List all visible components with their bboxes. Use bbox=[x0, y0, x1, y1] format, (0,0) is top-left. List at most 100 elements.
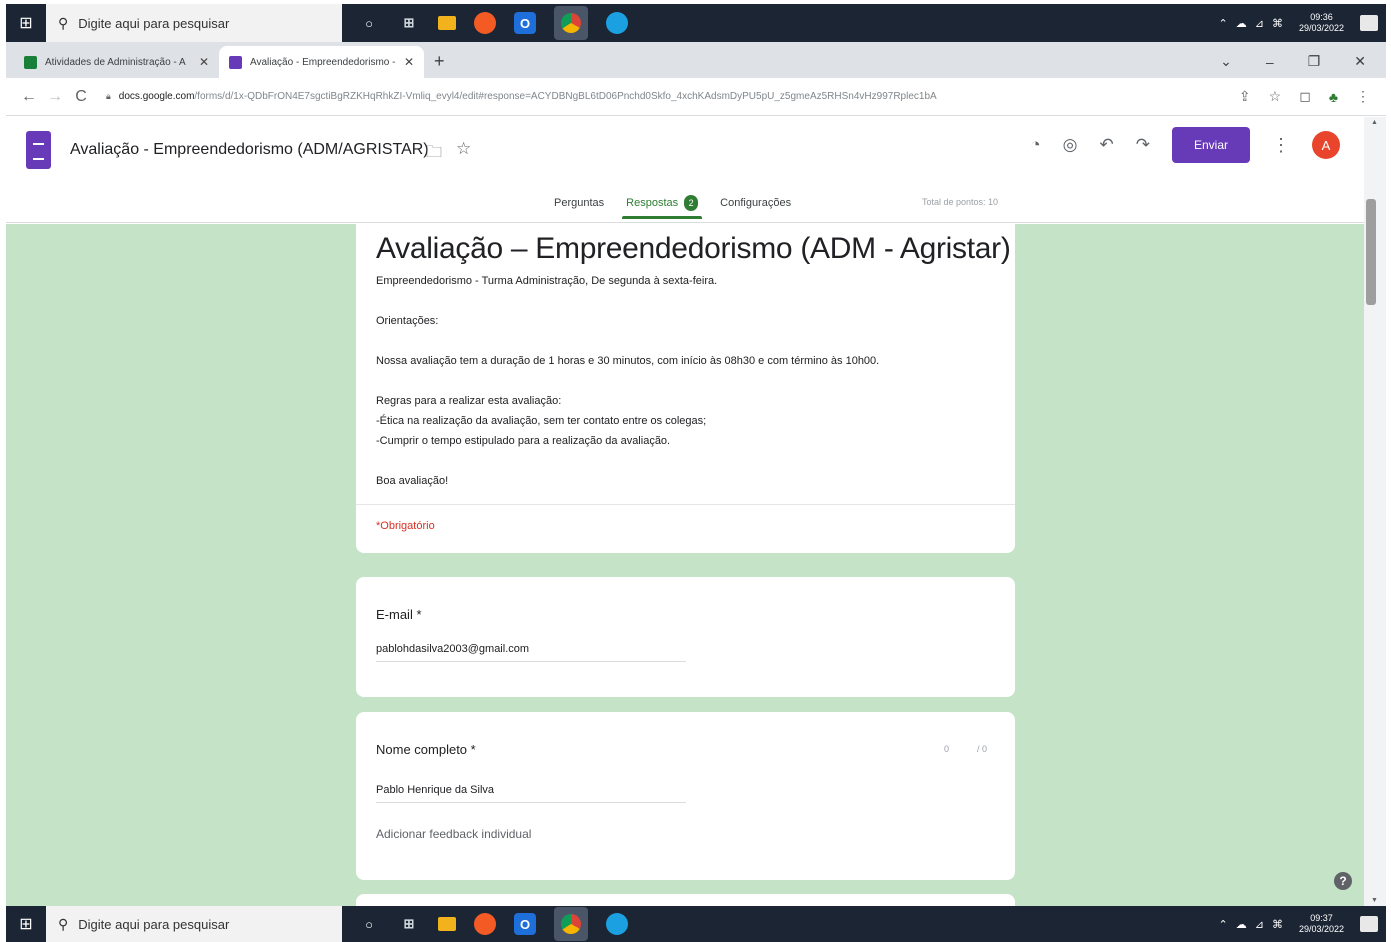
file-explorer-icon[interactable]: ⊞ bbox=[398, 913, 420, 935]
tray-chevron-up-icon[interactable]: ⌃ bbox=[1219, 17, 1228, 30]
tab-title: Atividades de Administração - A bbox=[45, 56, 186, 68]
star-icon[interactable]: ☆ bbox=[456, 139, 471, 159]
browser-tab-avaliacao[interactable]: Avaliação - Empreendedorismo - ✕ bbox=[219, 46, 424, 78]
undo-icon[interactable]: ↶ bbox=[1100, 135, 1114, 155]
scroll-up-arrow-icon[interactable]: ▲ bbox=[1371, 119, 1378, 126]
close-window-icon[interactable]: ✕ bbox=[1354, 53, 1366, 70]
cloud-icon[interactable]: ☁ bbox=[1236, 918, 1247, 931]
add-feedback-link[interactable]: Adicionar feedback individual bbox=[376, 827, 531, 841]
task-view-icon[interactable]: ○ bbox=[358, 12, 380, 34]
sheets-favicon-icon bbox=[24, 55, 37, 69]
network-icon[interactable]: ⊿ bbox=[1255, 17, 1264, 30]
taskbar-search-placeholder: Digite aqui para pesquisar bbox=[78, 916, 230, 932]
tab-label: Respostas bbox=[626, 197, 679, 209]
language-icon[interactable]: ⌘ bbox=[1272, 918, 1283, 931]
url-domain: docs.google.com bbox=[118, 91, 195, 102]
form-description-line: -Ética na realização da avaliação, sem t… bbox=[376, 415, 707, 427]
redo-icon[interactable]: ↷ bbox=[1136, 135, 1150, 155]
taskbar-clock[interactable]: 09:37 29/03/2022 bbox=[1299, 913, 1344, 935]
page-scrollbar[interactable]: ▲ ▼ bbox=[1364, 117, 1386, 906]
chrome-icon[interactable] bbox=[554, 907, 588, 941]
network-icon[interactable]: ⊿ bbox=[1255, 918, 1264, 931]
form-description-line: Boa avaliação! bbox=[376, 475, 449, 487]
chrome-icon[interactable] bbox=[554, 6, 588, 40]
form-description-line: Nossa avaliação tem a duração de 1 horas… bbox=[376, 355, 880, 367]
edge-icon[interactable] bbox=[606, 913, 628, 935]
outlook-icon[interactable]: O bbox=[514, 913, 536, 935]
question-card-full-name: Nome completo * 0 / 0 Pablo Henrique da … bbox=[356, 712, 1015, 880]
taskbar-bottom: ⊞ ⚲ Digite aqui para pesquisar ○ ⊞ O ⌃ ☁… bbox=[6, 906, 1386, 942]
taskbar-search-placeholder: Digite aqui para pesquisar bbox=[78, 15, 230, 31]
system-tray: ⌃ ☁ ⊿ ⌘ 09:37 29/03/2022 bbox=[1219, 913, 1386, 935]
question-label: E-mail * bbox=[376, 607, 422, 622]
browser-tab-atividades[interactable]: Atividades de Administração - A ✕ bbox=[14, 46, 219, 78]
document-title[interactable]: Avaliação - Empreendedorismo (ADM/AGRIST… bbox=[70, 141, 429, 159]
required-note: *Obrigatório bbox=[376, 520, 435, 532]
clock-time: 09:36 bbox=[1310, 12, 1333, 22]
firefox-icon[interactable] bbox=[474, 913, 496, 935]
language-icon[interactable]: ⌘ bbox=[1272, 17, 1283, 30]
extension-icon[interactable]: ♣ bbox=[1329, 89, 1338, 105]
address-bar[interactable]: 🔒︎ docs.google.com/forms/d/1x-QDbFrON4E7… bbox=[106, 83, 1226, 111]
form-description-line: Regras para a realizar esta avaliação: bbox=[376, 395, 562, 407]
file-explorer-folder-icon[interactable] bbox=[438, 917, 456, 931]
points-input[interactable]: 0 bbox=[938, 742, 955, 756]
taskbar-search[interactable]: ⚲ Digite aqui para pesquisar bbox=[46, 4, 342, 42]
minimize-icon[interactable]: – bbox=[1266, 54, 1274, 70]
tab-label: Perguntas bbox=[554, 197, 605, 209]
tab-respostas[interactable]: Respostas 2 bbox=[622, 195, 703, 219]
points-box: 0 / 0 bbox=[938, 742, 993, 756]
tray-chevron-up-icon[interactable]: ⌃ bbox=[1219, 918, 1228, 931]
windows-start-icon[interactable]: ⊞ bbox=[6, 906, 46, 942]
responses-count-badge: 2 bbox=[684, 195, 699, 211]
notification-icon[interactable] bbox=[1360, 15, 1378, 31]
reload-icon[interactable]: C bbox=[68, 88, 94, 106]
form-description-line: Orientações: bbox=[376, 315, 439, 327]
cloud-icon[interactable]: ☁ bbox=[1236, 17, 1247, 30]
tab-window-icon[interactable]: ◻ bbox=[1299, 88, 1311, 105]
total-points: Total de pontos: 10 bbox=[922, 197, 999, 207]
file-explorer-icon[interactable]: ⊞ bbox=[398, 12, 420, 34]
more-options-icon[interactable]: ⋮ bbox=[1272, 135, 1290, 156]
firefox-icon[interactable] bbox=[474, 12, 496, 34]
windows-start-icon[interactable]: ⊞ bbox=[6, 4, 46, 42]
tab-label: Configurações bbox=[720, 197, 792, 209]
lock-icon[interactable]: 🔒︎ bbox=[106, 91, 111, 102]
tab-title: Avaliação - Empreendedorismo - bbox=[250, 56, 396, 68]
forms-app-header: Avaliação - Empreendedorismo (ADM/AGRIST… bbox=[6, 117, 1364, 223]
avatar[interactable]: A bbox=[1312, 131, 1340, 159]
back-arrow-icon[interactable]: ← bbox=[16, 88, 42, 106]
close-tab-icon[interactable]: ✕ bbox=[199, 55, 209, 69]
form-header-card: Avaliação – Empreendedorismo (ADM - Agri… bbox=[356, 224, 1015, 553]
tab-search-chevron-icon[interactable]: ⌄ bbox=[1220, 53, 1232, 70]
help-icon[interactable]: ? bbox=[1334, 872, 1352, 890]
question-label: Nome completo * bbox=[376, 742, 476, 757]
folder-icon[interactable]: 🗀 bbox=[426, 141, 442, 168]
edge-icon[interactable] bbox=[606, 12, 628, 34]
card-divider bbox=[356, 504, 1015, 505]
close-tab-icon[interactable]: ✕ bbox=[404, 55, 414, 69]
tab-perguntas[interactable]: Perguntas bbox=[554, 195, 604, 219]
new-tab-plus-icon[interactable]: + bbox=[424, 51, 455, 78]
bookmark-star-icon[interactable]: ☆ bbox=[1269, 88, 1282, 105]
taskbar-clock[interactable]: 09:36 29/03/2022 bbox=[1299, 12, 1344, 34]
question-card-next bbox=[356, 894, 1015, 906]
restore-icon[interactable]: ❐ bbox=[1308, 53, 1321, 70]
taskbar-search[interactable]: ⚲ Digite aqui para pesquisar bbox=[46, 906, 342, 942]
file-explorer-folder-icon[interactable] bbox=[438, 16, 456, 30]
task-view-icon[interactable]: ○ bbox=[358, 913, 380, 935]
chrome-menu-icon[interactable]: ⋮ bbox=[1356, 88, 1370, 105]
tab-configuracoes[interactable]: Configurações bbox=[720, 195, 791, 219]
share-icon[interactable]: ⇪ bbox=[1239, 88, 1251, 105]
palette-icon[interactable]: ◔ bbox=[1030, 135, 1040, 155]
notification-icon[interactable] bbox=[1360, 916, 1378, 932]
outlook-icon[interactable]: O bbox=[514, 12, 536, 34]
forward-arrow-icon[interactable]: → bbox=[42, 88, 68, 106]
form-canvas: Avaliação – Empreendedorismo (ADM - Agri… bbox=[6, 224, 1364, 906]
send-button[interactable]: Enviar bbox=[1172, 127, 1250, 163]
scrollbar-thumb[interactable] bbox=[1366, 199, 1376, 305]
scroll-down-arrow-icon[interactable]: ▼ bbox=[1371, 897, 1378, 904]
preview-eye-icon[interactable]: ◎ bbox=[1063, 135, 1078, 155]
google-forms-logo-icon[interactable] bbox=[26, 131, 51, 169]
taskbar-top: ⊞ ⚲ Digite aqui para pesquisar ○ ⊞ O ⌃ ☁… bbox=[6, 4, 1386, 42]
